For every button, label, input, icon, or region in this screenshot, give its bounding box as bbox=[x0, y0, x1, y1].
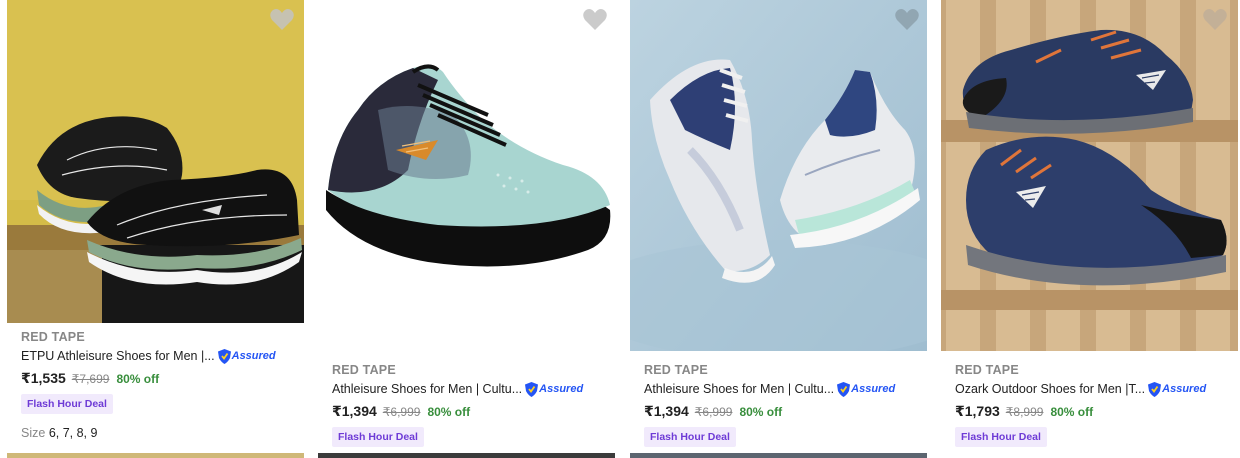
heart-icon[interactable] bbox=[582, 8, 608, 32]
product-title[interactable]: Ozark Outdoor Shoes for Men |T... bbox=[955, 382, 1145, 396]
product-card[interactable]: RED TAPE Athleisure Shoes for Men | Cult… bbox=[630, 0, 932, 458]
assured-badge: Assured bbox=[217, 348, 276, 364]
size-label: Size bbox=[21, 426, 46, 440]
assured-badge: Assured bbox=[1148, 381, 1207, 397]
discount-label: 80% off bbox=[1050, 405, 1094, 419]
heart-icon[interactable] bbox=[894, 8, 920, 32]
selling-price: ₹1,535 bbox=[21, 370, 66, 386]
deal-badge: Flash Hour Deal bbox=[332, 427, 424, 447]
heart-icon[interactable] bbox=[1202, 8, 1228, 32]
product-image[interactable] bbox=[318, 0, 615, 355]
discount-label: 80% off bbox=[116, 372, 160, 386]
product-card[interactable]: RED TAPE ETPU Athleisure Shoes for Men |… bbox=[7, 0, 307, 458]
deal-badge: Flash Hour Deal bbox=[955, 427, 1047, 447]
product-image[interactable] bbox=[630, 0, 927, 351]
next-row-image-edge bbox=[318, 453, 615, 458]
selling-price: ₹1,394 bbox=[332, 403, 377, 419]
selling-price: ₹1,394 bbox=[644, 403, 689, 419]
brand-name: RED TAPE bbox=[955, 363, 1019, 377]
deal-badge: Flash Hour Deal bbox=[21, 394, 113, 414]
discount-label: 80% off bbox=[739, 405, 783, 419]
assured-label: Assured bbox=[231, 350, 276, 362]
product-card[interactable]: RED TAPE Ozark Outdoor Shoes for Men |T.… bbox=[941, 0, 1240, 458]
original-price: ₹6,999 bbox=[694, 405, 733, 419]
size-info: Size 6, 7, 8, 9 bbox=[21, 426, 311, 440]
assured-label: Assured bbox=[851, 383, 896, 395]
selling-price: ₹1,793 bbox=[955, 403, 1000, 419]
original-price: ₹8,999 bbox=[1005, 405, 1044, 419]
assured-label: Assured bbox=[1162, 383, 1207, 395]
shield-icon bbox=[525, 381, 539, 397]
shield-icon bbox=[217, 348, 231, 364]
discount-label: 80% off bbox=[427, 405, 471, 419]
original-price: ₹6,999 bbox=[382, 405, 421, 419]
deal-badge: Flash Hour Deal bbox=[644, 427, 736, 447]
product-title[interactable]: Athleisure Shoes for Men | Cultu... bbox=[644, 382, 834, 396]
shield-icon bbox=[837, 381, 851, 397]
product-title[interactable]: Athleisure Shoes for Men | Cultu... bbox=[332, 382, 522, 396]
size-values: 6, 7, 8, 9 bbox=[48, 426, 98, 440]
brand-name: RED TAPE bbox=[644, 363, 708, 377]
next-row-image-edge bbox=[630, 453, 927, 458]
heart-icon[interactable] bbox=[269, 8, 295, 32]
product-card[interactable]: RED TAPE Athleisure Shoes for Men | Cult… bbox=[318, 0, 620, 458]
product-image[interactable] bbox=[941, 0, 1238, 351]
next-row-image-edge bbox=[7, 453, 304, 458]
product-title[interactable]: ETPU Athleisure Shoes for Men |... bbox=[21, 349, 215, 363]
assured-badge: Assured bbox=[837, 381, 896, 397]
brand-name: RED TAPE bbox=[21, 330, 85, 344]
assured-badge: Assured bbox=[525, 381, 584, 397]
shield-icon bbox=[1148, 381, 1162, 397]
assured-label: Assured bbox=[539, 383, 584, 395]
original-price: ₹7,699 bbox=[71, 372, 110, 386]
product-image[interactable] bbox=[7, 0, 304, 323]
brand-name: RED TAPE bbox=[332, 363, 396, 377]
